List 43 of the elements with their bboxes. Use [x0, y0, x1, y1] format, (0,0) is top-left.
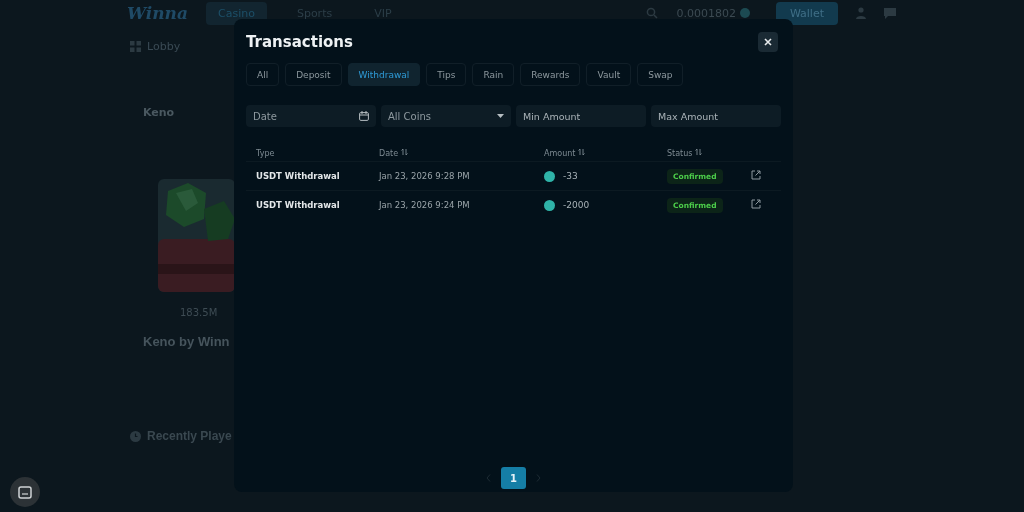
game-heading: Keno by Winn	[143, 334, 230, 349]
table-cell: -33	[563, 171, 578, 181]
calendar-icon	[359, 111, 369, 121]
chat-icon	[18, 485, 32, 499]
min-amount-field[interactable]: Min Amount	[516, 105, 646, 127]
table-cell: -2000	[563, 200, 590, 210]
coin-dropdown[interactable]: All Coins	[381, 105, 511, 127]
caret-icon	[497, 114, 504, 118]
external-link-icon[interactable]	[751, 170, 761, 180]
filter-tab[interactable]: Tips	[426, 63, 467, 86]
column-header[interactable]: Amount	[544, 149, 576, 158]
column-header[interactable]: Date	[379, 149, 399, 158]
coin-icon	[544, 199, 555, 211]
filter-tab[interactable]: Deposit	[285, 63, 342, 86]
sort-icon[interactable]	[695, 148, 703, 156]
filter-tab[interactable]: Rewards	[520, 63, 581, 86]
coin-icon	[739, 8, 750, 18]
table-cell: Jan 23, 2026 9:24 PM	[379, 200, 470, 210]
filter-tab[interactable]: Swap	[637, 63, 684, 86]
sort-icon[interactable]	[400, 148, 408, 156]
table-cell: USDT Withdrawal	[256, 200, 340, 210]
filter-tab[interactable]: Withdrawal	[347, 63, 421, 86]
max-amount-field[interactable]: Max Amount	[651, 105, 781, 127]
filter-tab[interactable]: All	[246, 63, 280, 86]
date-placeholder: Date	[253, 110, 277, 122]
coin-icon	[544, 170, 555, 182]
page-button[interactable]: 1	[501, 467, 526, 489]
support-chat-button[interactable]	[10, 477, 40, 507]
external-link-icon[interactable]	[751, 199, 761, 209]
grid-icon	[130, 40, 141, 52]
game-title: Keno	[143, 106, 175, 119]
column-header: Type	[256, 148, 275, 158]
date-field[interactable]: Date	[246, 105, 376, 127]
filter-tab[interactable]: Vault	[586, 63, 632, 86]
clock-icon	[130, 430, 141, 442]
close-button[interactable]	[758, 32, 778, 52]
filter-tab[interactable]: Rain	[472, 63, 515, 86]
sort-icon[interactable]	[578, 148, 585, 156]
dialog-title: Transactions	[246, 33, 353, 51]
column-header[interactable]: Status	[667, 149, 693, 158]
close-icon	[764, 38, 772, 46]
table-cell: Jan 23, 2026 9:28 PM	[379, 171, 470, 181]
table-cell: USDT Withdrawal	[256, 171, 340, 181]
